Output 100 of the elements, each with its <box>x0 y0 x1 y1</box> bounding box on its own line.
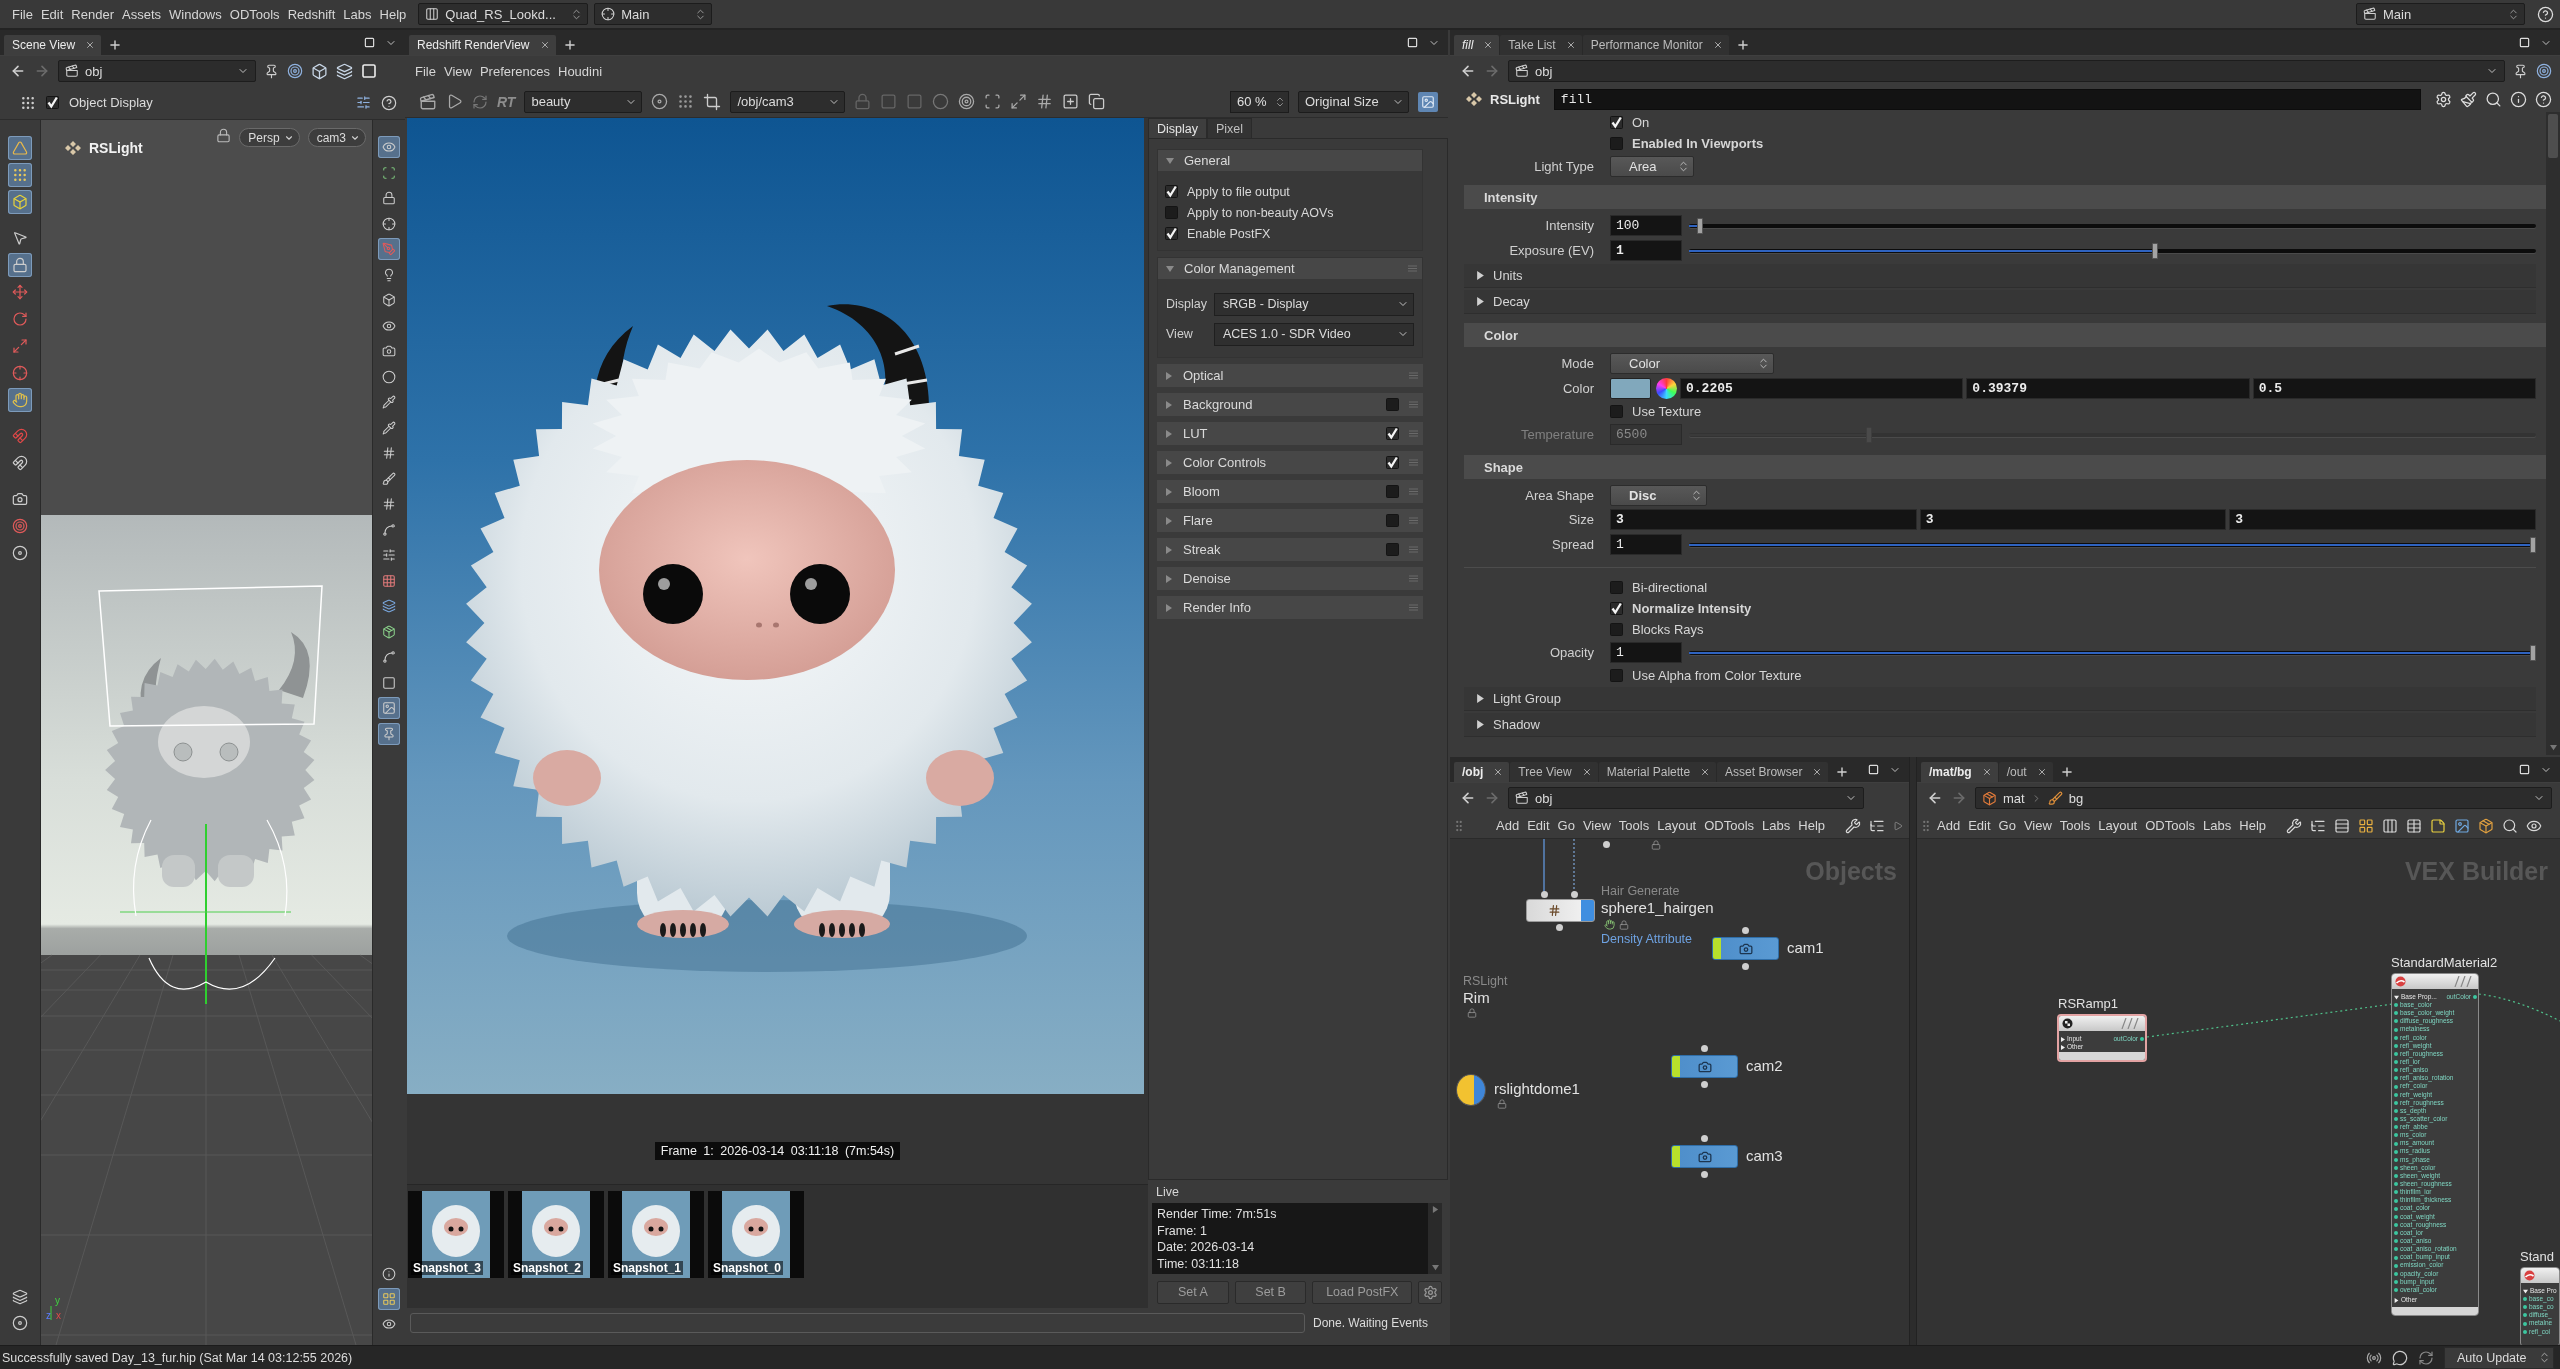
menu-item[interactable]: Edit <box>1523 814 1554 837</box>
number-field[interactable]: 1 <box>1610 240 1682 261</box>
node-name[interactable]: RSRamp1 <box>2058 997 2118 1012</box>
checkbox[interactable] <box>1610 405 1623 418</box>
color-swatch[interactable] <box>1610 377 1651 399</box>
camera-node[interactable] <box>1671 1145 1738 1168</box>
menu-item[interactable]: Tools <box>2055 814 2095 837</box>
pane-tab[interactable]: /mat/bg <box>1921 762 1998 782</box>
dots-icon[interactable] <box>8 163 32 187</box>
menu-item[interactable]: Render <box>67 3 118 25</box>
node-name-field[interactable]: fill <box>1553 88 2421 110</box>
menu-item[interactable]: Labs <box>2199 814 2236 837</box>
section-header[interactable]: General <box>1158 150 1422 171</box>
menu-item[interactable]: ODTools <box>225 3 284 25</box>
folder-toggle[interactable]: Light Group <box>1464 687 2536 711</box>
brush-icon[interactable] <box>2460 90 2477 108</box>
help-icon[interactable] <box>2537 5 2554 23</box>
menu-item[interactable]: Tools <box>1614 814 1654 837</box>
pane-tab[interactable]: Take List <box>1500 35 1582 55</box>
lock-icon[interactable] <box>8 253 32 277</box>
node-name[interactable]: cam3 <box>1746 1147 1783 1165</box>
node-name[interactable]: StandardMaterial2 <box>2391 956 2498 971</box>
settings-icon[interactable] <box>1418 1280 1442 1304</box>
camera-node[interactable] <box>1671 1055 1738 1078</box>
menu-item[interactable]: Preferences <box>475 60 554 82</box>
context-dropdown[interactable]: Main <box>2356 3 2525 25</box>
node-name[interactable]: Rim <box>1463 989 1490 1007</box>
checkbox[interactable] <box>1610 669 1623 682</box>
menu-item[interactable]: Add <box>1933 814 1965 837</box>
plus-icon[interactable] <box>108 38 123 52</box>
plus-icon[interactable] <box>2059 765 2074 779</box>
checkbox[interactable] <box>1610 581 1623 594</box>
close-icon[interactable] <box>1712 40 1723 50</box>
view-menu-button[interactable]: Persp <box>239 128 300 147</box>
path-segment[interactable]: bg <box>2068 790 2084 806</box>
folder-toggle[interactable]: Decay <box>1464 290 2536 314</box>
triangle-right-icon[interactable] <box>1431 1206 1439 1213</box>
checkbox[interactable] <box>1610 602 1623 615</box>
triangle-right-icon[interactable] <box>1476 720 1485 729</box>
close-icon[interactable] <box>1493 767 1504 777</box>
triangle-down-icon[interactable] <box>1166 264 1174 273</box>
section-header[interactable]: Background <box>1157 393 1423 416</box>
section-header[interactable]: Streak <box>1157 538 1423 561</box>
checkbox[interactable] <box>1610 623 1623 636</box>
rows-icon[interactable] <box>2334 817 2351 834</box>
folder-toggle[interactable]: Units <box>1464 264 2536 288</box>
desktop-dropdown[interactable]: Quad_RS_Lookd... <box>418 3 589 25</box>
dome-light-node[interactable] <box>1456 1074 1486 1106</box>
crosshair-icon[interactable] <box>601 7 616 21</box>
help-icon[interactable] <box>2535 90 2552 108</box>
path-segment[interactable]: obj <box>85 63 103 79</box>
clapperboard-icon[interactable] <box>419 92 437 111</box>
action-button[interactable]: Set A <box>1157 1280 1229 1304</box>
number-field[interactable]: 3 <box>2229 509 2536 530</box>
square-icon[interactable] <box>2519 764 2530 775</box>
wrench-icon[interactable] <box>2286 817 2303 834</box>
menu-item[interactable]: Help <box>1794 814 1830 837</box>
slider-handle[interactable] <box>2530 644 2536 661</box>
snapshot-thumbnail[interactable]: Snapshot_3 <box>408 1191 504 1278</box>
menu-item[interactable]: Layout <box>1653 814 1701 837</box>
menu-item[interactable]: Go <box>1553 814 1579 837</box>
triangle-down-icon[interactable] <box>1166 156 1174 165</box>
plus-icon[interactable] <box>1835 765 1850 779</box>
spinner-arrows-icon[interactable] <box>1274 95 1286 108</box>
node-name[interactable]: cam2 <box>1746 1057 1783 1075</box>
number-field[interactable]: 3 <box>1919 509 2227 530</box>
menu-item[interactable]: Redshift <box>283 3 340 25</box>
scan-icon[interactable] <box>984 93 1002 110</box>
help-icon[interactable] <box>381 94 397 111</box>
update-mode-button[interactable]: Auto Update <box>2444 1346 2554 1369</box>
layers-icon[interactable] <box>336 62 353 80</box>
back-arrow-icon[interactable] <box>1927 790 1943 806</box>
pane-tab[interactable]: /obj <box>1454 762 1510 782</box>
triangle-down-icon[interactable] <box>2549 744 2557 751</box>
node-name[interactable]: cam1 <box>1787 939 1824 957</box>
search-icon[interactable] <box>2502 817 2519 834</box>
dropdown-menu[interactable]: Disc <box>1610 484 1707 506</box>
path-segment[interactable]: mat <box>2003 790 2025 806</box>
info-icon[interactable] <box>2510 90 2527 108</box>
spinner-arrows-icon[interactable] <box>1757 356 1770 370</box>
target-icon[interactable] <box>2536 63 2552 79</box>
size-mode-dropdown[interactable]: Original Size <box>1298 90 1409 113</box>
number-field[interactable]: 1 <box>1610 642 1682 663</box>
menu-item[interactable]: Add <box>1492 814 1524 837</box>
hand-icon[interactable] <box>8 388 32 412</box>
table-icon[interactable] <box>2406 817 2423 834</box>
path-field[interactable]: obj <box>1508 60 2505 82</box>
node-name[interactable]: Stand <box>2520 1250 2554 1265</box>
node-name[interactable]: rslightdome1 <box>1494 1080 1580 1098</box>
slider-handle[interactable] <box>2530 536 2536 553</box>
camera-node[interactable] <box>1712 937 1779 960</box>
close-icon[interactable] <box>1565 40 1576 50</box>
refresh-icon[interactable] <box>472 93 488 110</box>
image-icon[interactable] <box>2454 817 2471 834</box>
back-arrow-icon[interactable] <box>1460 790 1476 806</box>
node-name[interactable]: sphere1_hairgen <box>1601 899 1714 917</box>
menu-item[interactable]: View <box>439 60 476 82</box>
slider-track[interactable] <box>1689 217 2536 234</box>
checkbox[interactable] <box>1165 227 1178 240</box>
checkbox[interactable] <box>1386 456 1399 469</box>
